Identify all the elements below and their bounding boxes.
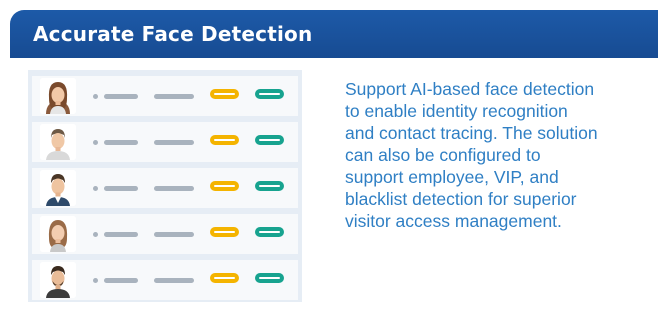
header-title: Accurate Face Detection: [33, 22, 313, 46]
header-banner: Accurate Face Detection: [10, 10, 658, 58]
placeholder-bar: [154, 140, 194, 145]
face-row: [32, 168, 298, 208]
status-pill-yellow: [210, 273, 239, 283]
status-pill-teal: [255, 135, 284, 145]
face-row: [32, 76, 298, 116]
placeholder-bar: [104, 94, 138, 99]
status-pill-teal: [255, 227, 284, 237]
placeholder-bar: [104, 140, 138, 145]
status-pill-teal: [255, 273, 284, 283]
status-pill-yellow: [210, 181, 239, 191]
feature-card: Accurate Face Detection Support AI-based…: [0, 0, 658, 310]
placeholder-dot: [93, 278, 98, 283]
face-row: [32, 122, 298, 162]
placeholder-bar: [104, 186, 138, 191]
male-face-icon: [40, 170, 76, 206]
male-face-icon: [40, 124, 76, 160]
placeholder-dot: [93, 186, 98, 191]
face-row: [32, 260, 298, 300]
face-row: [32, 214, 298, 254]
status-pill-yellow: [210, 89, 239, 99]
status-pill-yellow: [210, 227, 239, 237]
placeholder-bar: [154, 94, 194, 99]
placeholder-bar: [104, 278, 138, 283]
status-pill-teal: [255, 181, 284, 191]
placeholder-dot: [93, 94, 98, 99]
status-pill-teal: [255, 89, 284, 99]
male-face-icon: [40, 262, 76, 298]
feature-description: Support AI-based face detection to enabl…: [345, 79, 598, 231]
placeholder-dot: [93, 232, 98, 237]
placeholder-bar: [154, 186, 194, 191]
face-list-panel: [28, 70, 302, 302]
female-face-icon: [40, 78, 76, 114]
placeholder-dot: [93, 140, 98, 145]
placeholder-bar: [154, 232, 194, 237]
female-face-icon: [40, 216, 76, 252]
status-pill-yellow: [210, 135, 239, 145]
placeholder-bar: [104, 232, 138, 237]
placeholder-bar: [154, 278, 194, 283]
